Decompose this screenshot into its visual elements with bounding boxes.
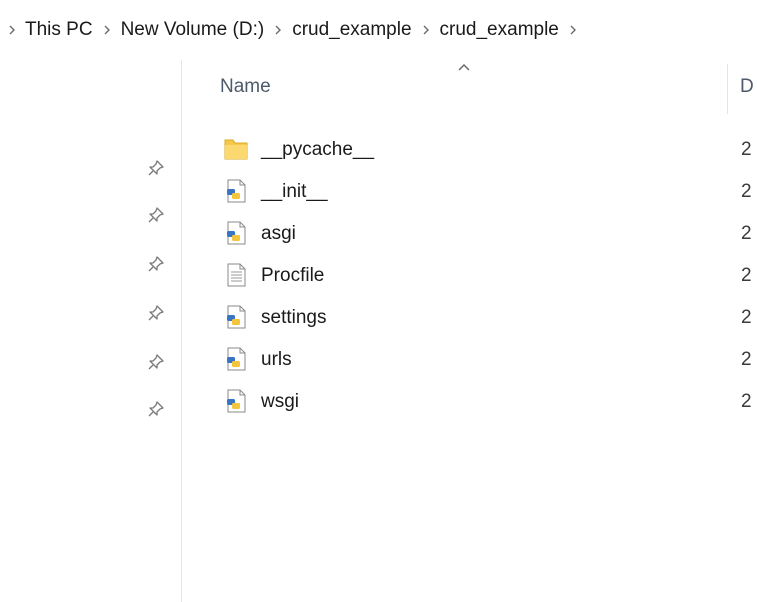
list-item[interactable]: settings 2: [206, 297, 757, 339]
python-file-icon: [223, 304, 249, 330]
breadcrumb-item-crud-example-current[interactable]: crud_example: [437, 19, 562, 41]
file-name: settings: [261, 307, 327, 328]
pin-icon[interactable]: [146, 205, 166, 225]
chevron-right-icon[interactable]: [96, 25, 118, 35]
file-date: 2: [741, 265, 752, 286]
file-date: 2: [741, 307, 752, 328]
breadcrumb-item-this-pc[interactable]: This PC: [22, 19, 96, 41]
list-item[interactable]: urls 2: [206, 339, 757, 381]
list-item[interactable]: asgi 2: [206, 213, 757, 255]
file-name: urls: [261, 349, 292, 370]
file-date: 2: [741, 181, 752, 202]
file-name: __pycache__: [261, 139, 375, 160]
file-date: 2: [741, 349, 752, 370]
pin-icon[interactable]: [146, 303, 166, 323]
file-date: 2: [741, 223, 752, 244]
chevron-right-icon[interactable]: [267, 25, 289, 35]
pane-divider[interactable]: [181, 60, 182, 602]
python-file-icon: [223, 220, 249, 246]
breadcrumb-item-new-volume[interactable]: New Volume (D:): [118, 19, 268, 41]
python-file-icon: [223, 178, 249, 204]
pin-icon[interactable]: [146, 352, 166, 372]
file-date: 2: [741, 391, 752, 412]
file-list: __pycache__ 2 __init__ 2 asgi 2 Procfile…: [206, 129, 757, 423]
list-item[interactable]: Procfile 2: [206, 255, 757, 297]
breadcrumb: This PC New Volume (D:) crud_example cru…: [0, 10, 757, 50]
file-date: 2: [741, 139, 752, 160]
navigation-pane: [0, 60, 180, 602]
file-explorer-window: This PC New Volume (D:) crud_example cru…: [0, 0, 757, 602]
chevron-right-icon[interactable]: [415, 25, 437, 35]
file-name: Procfile: [261, 265, 325, 286]
chevron-right-icon[interactable]: [2, 25, 22, 35]
chevron-right-icon[interactable]: [562, 25, 584, 35]
file-name: wsgi: [261, 391, 300, 412]
list-item[interactable]: __init__ 2: [206, 171, 757, 213]
pin-icon[interactable]: [146, 158, 166, 178]
text-file-icon: [223, 262, 249, 288]
pin-icon[interactable]: [146, 399, 166, 419]
column-header-date[interactable]: D: [740, 76, 754, 98]
file-name: asgi: [261, 223, 296, 244]
pin-icon[interactable]: [146, 254, 166, 274]
column-resize-handle[interactable]: [727, 64, 728, 114]
list-item[interactable]: __pycache__ 2: [206, 129, 757, 171]
python-file-icon: [223, 388, 249, 414]
sort-ascending-icon: [456, 60, 472, 72]
python-file-icon: [223, 346, 249, 372]
column-header: Name D: [206, 60, 757, 120]
folder-icon: [223, 136, 249, 162]
column-header-name[interactable]: Name: [220, 76, 271, 98]
list-item[interactable]: wsgi 2: [206, 381, 757, 423]
file-name: __init__: [261, 181, 328, 202]
breadcrumb-item-crud-example[interactable]: crud_example: [289, 19, 414, 41]
